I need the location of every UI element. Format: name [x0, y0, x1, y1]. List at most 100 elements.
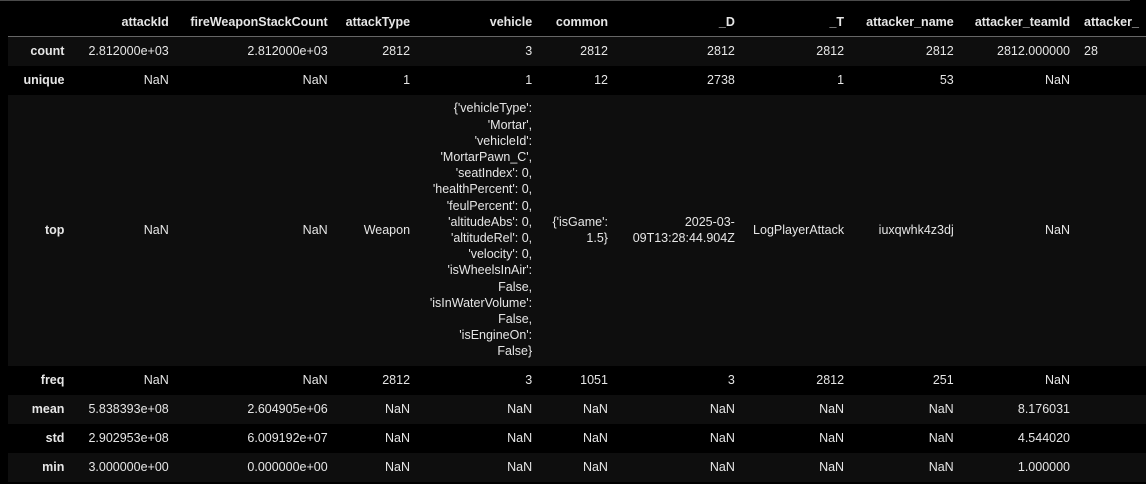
cell: 2.812000e+03	[88, 44, 169, 59]
cell: 2812	[382, 44, 411, 59]
cell: NaN	[1045, 373, 1071, 387]
dataframe-output: attackId fireWeaponStackCount attackType…	[0, 0, 1146, 484]
cell: 3	[525, 44, 533, 59]
vehicle-line: 'feulPercent': 0,	[446, 198, 533, 213]
cell: 5.838393e+08	[88, 402, 169, 416]
row-label: min	[42, 460, 65, 474]
cell: 1	[403, 73, 411, 87]
cell: NaN	[582, 402, 608, 416]
cell	[1077, 66, 1146, 95]
cell: NaN	[709, 431, 735, 445]
cell: 2812	[707, 44, 735, 59]
cell: NaN	[1045, 73, 1071, 87]
vehicle-line: 'altitudeRel': 0,	[450, 231, 533, 245]
cell: 251	[932, 373, 954, 387]
cell-top-D: 2025-03- 09T13:28:44.904Z	[615, 95, 742, 366]
vehicle-line: 'isEngineOn':	[459, 328, 533, 343]
cell: NaN	[302, 373, 328, 387]
cell: NaN	[582, 431, 608, 445]
cell: NaN	[302, 73, 328, 87]
cell: 2.902953e+08	[88, 431, 169, 445]
cell: 1051	[580, 373, 608, 387]
cell: 3	[727, 373, 735, 387]
cell: NaN	[507, 431, 533, 445]
row-label: std	[45, 431, 65, 445]
vehicle-line: False}	[497, 344, 533, 359]
header-row: attackId fireWeaponStackCount attackType…	[8, 8, 1146, 37]
cell	[1077, 424, 1146, 453]
cell: NaN	[385, 460, 411, 474]
cell: NaN	[928, 402, 954, 416]
cell: 2812	[816, 373, 845, 387]
cell: 1	[837, 73, 845, 87]
table-row-freq: freq NaN NaN 2812 3 1051 3 2812 251 NaN	[8, 365, 1146, 395]
cell	[1077, 366, 1146, 395]
header-D: _D	[614, 8, 742, 37]
d-line: 2025-03-	[684, 214, 735, 229]
common-line: {'isGame':	[552, 214, 608, 229]
vehicle-line: 'healthPercent': 0,	[432, 182, 533, 197]
vehicle-line: 'isWheelsInAir':	[447, 263, 533, 278]
cell: NaN	[385, 402, 411, 416]
cell: iuxqwhk4z3dj	[878, 223, 954, 237]
table-row-count: count 2.812000e+03 2.812000e+03 2812 3 2…	[8, 36, 1146, 66]
cell: 3	[525, 373, 533, 387]
cell: NaN	[819, 402, 845, 416]
row-label: top	[44, 223, 65, 237]
header-common: common	[539, 8, 615, 37]
header-attacker-name: attacker_name	[851, 8, 961, 37]
cell: 4.544020	[1017, 431, 1071, 445]
cell: Weapon	[363, 223, 411, 237]
cell: NaN	[385, 431, 411, 445]
cell: 2812.000000	[997, 44, 1071, 59]
cell: NaN	[1045, 223, 1071, 237]
header-attacker-teamId: attacker_teamId	[960, 8, 1078, 37]
cell: NaN	[709, 460, 735, 474]
vehicle-line: 'vehicleId':	[474, 133, 533, 148]
cell: 8.176031	[1017, 402, 1071, 416]
cell: LogPlayerAttack	[753, 223, 845, 237]
vehicle-line: 'isInWaterVolume':	[429, 295, 533, 310]
cell: 3.000000e+00	[88, 460, 169, 474]
row-label: count	[30, 44, 65, 59]
describe-table: attackId fireWeaponStackCount attackType…	[8, 8, 1146, 482]
cell: NaN	[582, 460, 608, 474]
vehicle-line: 'velocity': 0,	[468, 247, 533, 262]
cell	[1077, 395, 1146, 424]
header-T: _T	[741, 8, 852, 37]
cell: NaN	[709, 402, 735, 416]
cell-top-common: {'isGame': 1.5}	[539, 95, 615, 366]
cell	[1077, 453, 1146, 482]
cell: 53	[939, 73, 954, 87]
cell: NaN	[302, 223, 328, 237]
cell: 2812	[925, 44, 954, 59]
row-label: unique	[23, 73, 65, 87]
row-label: mean	[31, 402, 65, 416]
cell: 28	[1084, 44, 1098, 59]
header-index	[8, 8, 72, 37]
output-top-border	[0, 0, 1130, 1]
header-fireWeaponStackCount: fireWeaponStackCount	[175, 8, 335, 37]
table-row-top: top NaN NaN Weapon {'vehicleType': 'Mort…	[8, 94, 1146, 366]
cell: NaN	[143, 73, 169, 87]
row-label: freq	[40, 373, 65, 387]
cell: NaN	[928, 460, 954, 474]
header-attackId: attackId	[71, 8, 176, 37]
cell: 2.604905e+06	[247, 402, 328, 416]
vehicle-line: False,	[498, 312, 533, 327]
cell: 6.009192e+07	[247, 431, 328, 445]
vehicle-line: 'Mortar',	[487, 117, 533, 132]
table-row-std: std 2.902953e+08 6.009192e+07 NaN NaN Na…	[8, 423, 1146, 453]
cell: 1	[525, 73, 533, 87]
cell: 2812	[382, 373, 411, 387]
vehicle-line: 'MortarPawn_C',	[440, 149, 533, 164]
cell: NaN	[819, 431, 845, 445]
cell: NaN	[819, 460, 845, 474]
cell: NaN	[507, 402, 533, 416]
cell: 2812	[580, 44, 608, 59]
header-attackType: attackType	[334, 8, 418, 37]
cell: 1.000000	[1017, 460, 1071, 474]
d-line: 09T13:28:44.904Z	[632, 231, 735, 245]
table-row-mean: mean 5.838393e+08 2.604905e+06 NaN NaN N…	[8, 394, 1146, 424]
cell: NaN	[928, 431, 954, 445]
